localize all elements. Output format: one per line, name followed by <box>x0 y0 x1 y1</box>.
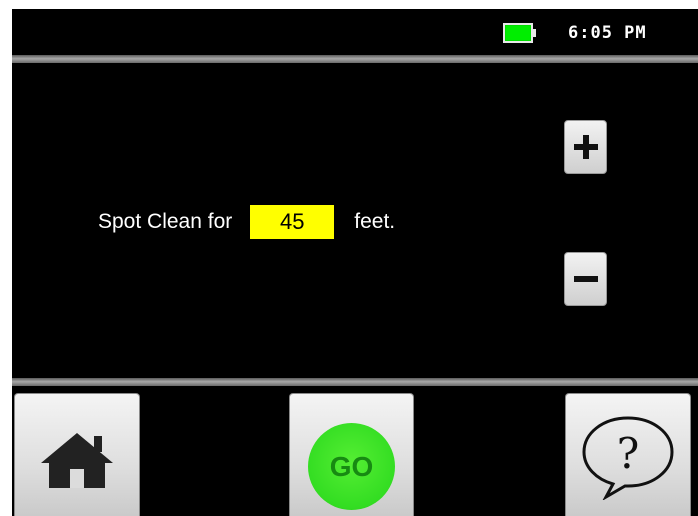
spot-clean-prompt: Spot Clean for 45 feet. <box>98 205 395 239</box>
minus-icon <box>573 276 598 282</box>
clock-time: 6:05 PM <box>568 23 647 43</box>
decrease-button[interactable] <box>564 252 607 306</box>
bottom-divider <box>12 378 698 386</box>
go-button[interactable]: GO <box>289 393 414 516</box>
battery-icon <box>503 23 536 43</box>
top-divider <box>12 55 698 63</box>
plus-icon <box>573 135 598 159</box>
go-circle-icon: GO <box>308 423 395 510</box>
help-glyph: ? <box>617 429 640 478</box>
home-icon <box>41 433 113 488</box>
go-label: GO <box>329 450 374 482</box>
feet-value-field[interactable]: 45 <box>250 205 335 239</box>
help-question-bubble-icon: ? <box>582 416 674 500</box>
home-button[interactable] <box>14 393 140 516</box>
main-panel: Spot Clean for 45 feet. <box>12 63 698 378</box>
increase-button[interactable] <box>564 120 607 174</box>
bottom-nav-bar: GO ? <box>12 386 698 516</box>
feet-unit-label: feet. <box>354 210 396 233</box>
touch-screen: 6:05 PM Spot Clean for 45 feet. GO ? <box>0 0 698 516</box>
spot-clean-label: Spot Clean for <box>98 210 233 233</box>
help-button[interactable]: ? <box>565 393 691 516</box>
status-bar: 6:05 PM <box>12 9 698 56</box>
